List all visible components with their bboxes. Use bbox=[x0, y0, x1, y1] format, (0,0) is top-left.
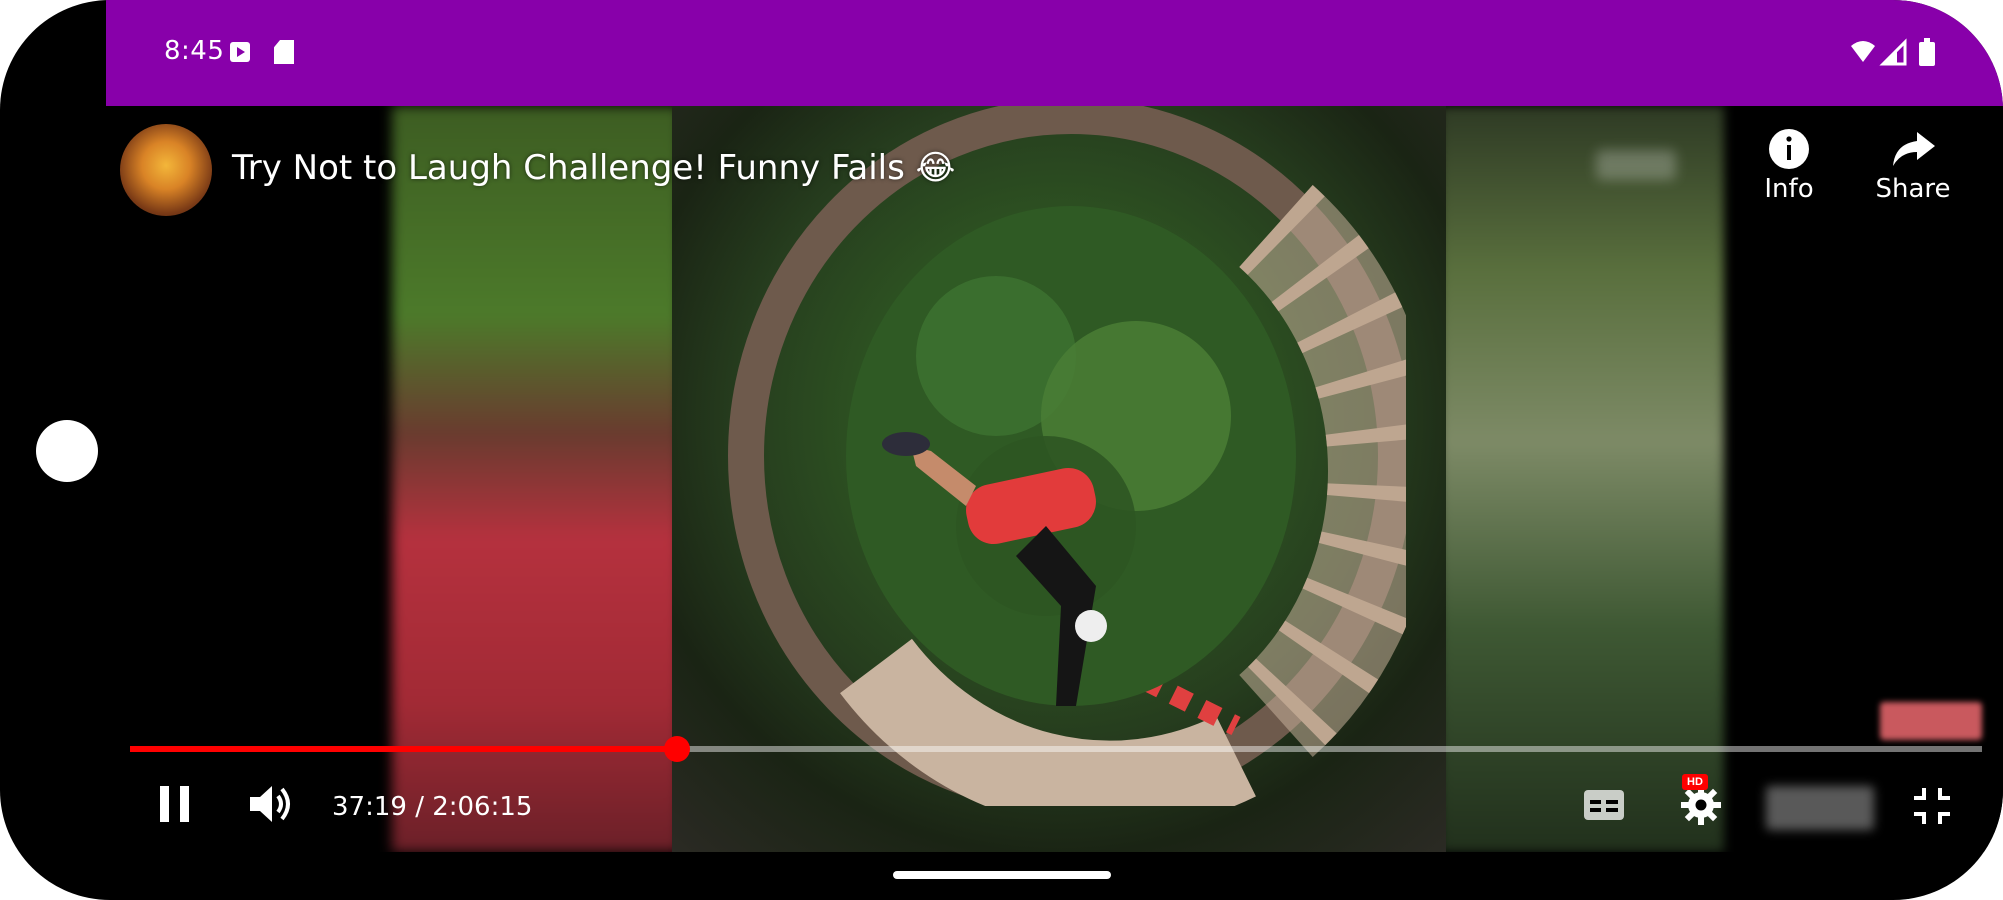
video-blur-right bbox=[1440, 106, 1724, 852]
floating-touch-dot[interactable] bbox=[36, 420, 98, 482]
navigation-gesture-bar[interactable] bbox=[893, 871, 1111, 879]
info-button[interactable]: Info bbox=[1734, 128, 1844, 204]
share-button[interactable]: Share bbox=[1858, 128, 1968, 204]
signal-icon bbox=[1879, 38, 1907, 66]
share-icon bbox=[1893, 132, 1935, 166]
progress-bar[interactable] bbox=[130, 736, 1982, 762]
battery-icon bbox=[1919, 38, 1935, 66]
device-screen: 8:45 Try Not to Laugh Challenge! Funny F… bbox=[0, 0, 2003, 900]
progress-played bbox=[130, 746, 678, 752]
info-icon bbox=[1769, 129, 1809, 169]
wifi-icon bbox=[1851, 41, 1875, 62]
video-title[interactable]: Try Not to Laugh Challenge! Funny Fails … bbox=[232, 148, 955, 188]
volume-icon[interactable] bbox=[248, 782, 294, 826]
status-right-icons bbox=[1851, 38, 1935, 66]
share-label: Share bbox=[1875, 174, 1951, 204]
sd-card-icon bbox=[274, 40, 294, 64]
status-bar: 8:45 bbox=[106, 0, 2003, 106]
video-content-wheel bbox=[728, 106, 1406, 806]
media-icon bbox=[230, 42, 250, 62]
blurred-button[interactable] bbox=[1766, 786, 1874, 830]
status-time: 8:45 bbox=[164, 36, 225, 66]
pause-icon[interactable] bbox=[158, 784, 192, 824]
video-blur-left bbox=[392, 106, 680, 852]
info-label: Info bbox=[1764, 174, 1814, 204]
hd-badge: HD bbox=[1682, 774, 1708, 790]
time-display: 37:19 / 2:06:15 bbox=[332, 792, 533, 822]
video-watermark bbox=[1596, 150, 1676, 180]
captions-icon[interactable] bbox=[1582, 788, 1626, 822]
video-player[interactable]: Try Not to Laugh Challenge! Funny Fails … bbox=[106, 106, 2003, 852]
channel-avatar[interactable] bbox=[120, 124, 212, 216]
video-overlay-marker bbox=[1880, 702, 1982, 740]
fullscreen-exit-icon[interactable] bbox=[1912, 786, 1952, 826]
settings-icon[interactable] bbox=[1680, 784, 1722, 826]
